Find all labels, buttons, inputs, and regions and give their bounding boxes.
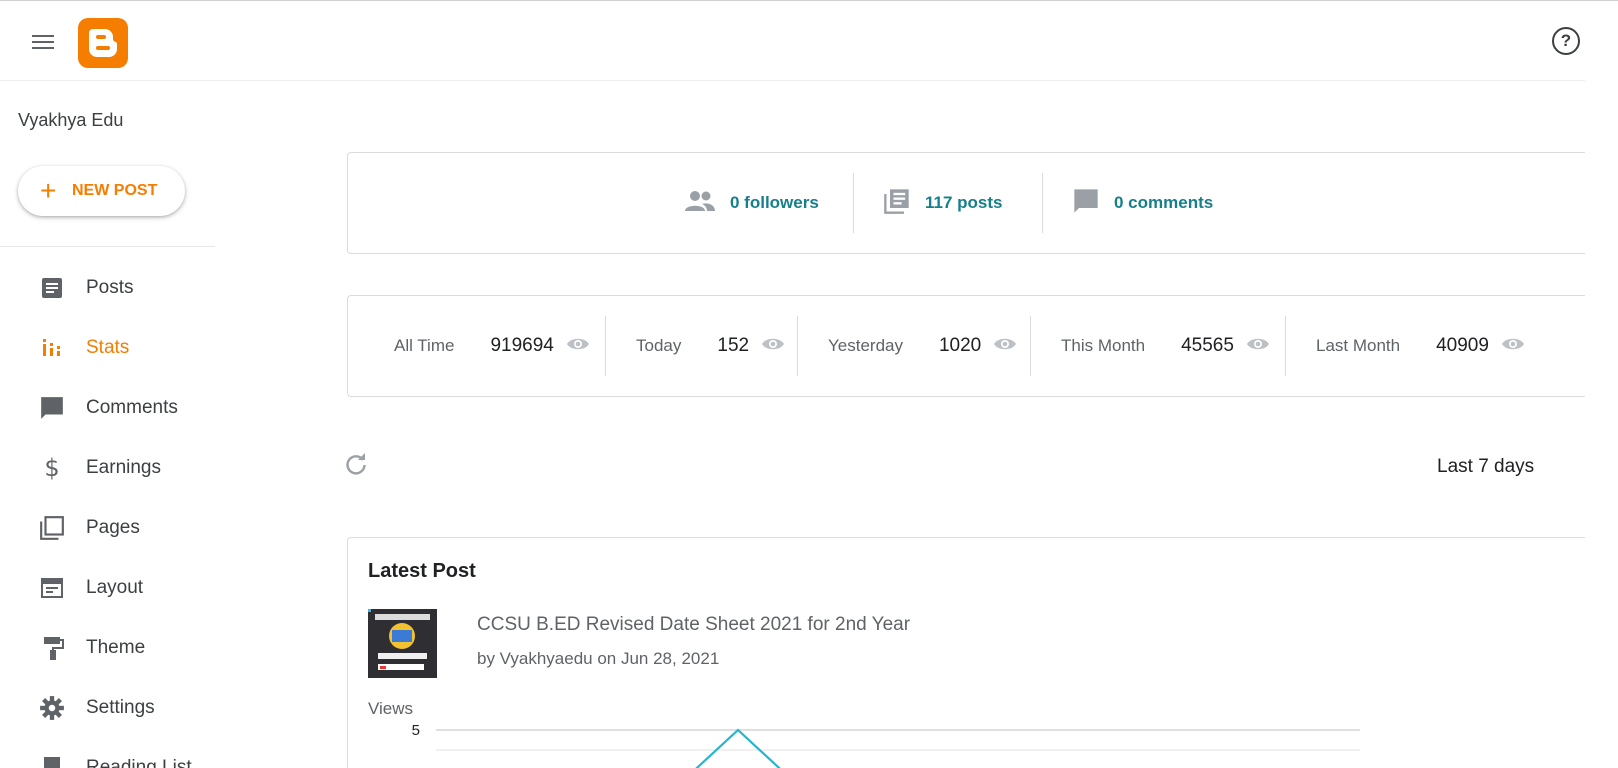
dollar-icon: $ [38,454,66,482]
stats-icon [38,334,66,362]
paint-roller-icon [38,634,66,662]
bookmark-icon [38,754,66,768]
followers-count: 0 followers [730,193,819,212]
latest-post-meta: by Vyakhyaedu on Jun 28, 2021 [477,649,720,668]
post-thumbnail[interactable] [368,609,437,678]
sidebar-item-label: Pages [86,517,140,538]
sidebar-item-label: Stats [86,337,130,358]
eye-icon [1501,336,1525,357]
sidebar-item-earnings[interactable]: $ Earnings [0,438,215,498]
new-post-label: NEW POST [72,182,158,199]
sidebar-item-label: Layout [86,577,144,598]
sidebar-item-layout[interactable]: Layout [0,558,215,618]
views-label: Last Month [1316,336,1401,355]
sidebar-item-label: Earnings [86,457,161,478]
posts-library-icon [883,187,911,220]
chart-views-label: Views [368,699,414,718]
followers-stat[interactable]: 0 followers [684,153,819,253]
eye-icon [1246,336,1270,357]
divider [605,316,606,376]
people-icon [684,189,716,218]
comment-icon [1072,187,1100,220]
layout-icon [38,574,66,602]
blog-summary-card: 0 followers 117 posts 0 comments [347,152,1585,254]
divider [853,173,854,233]
views-value: 40909 [1436,335,1489,356]
sidebar-item-label: Settings [86,697,155,718]
posts-icon [38,274,66,302]
views-value: 152 [717,335,750,356]
sidebar-item-label: Theme [86,637,146,658]
views-last-month: Last Month 40909 [1316,296,1525,396]
divider [797,316,798,376]
gear-icon [38,694,66,722]
sidebar-item-comments[interactable]: Comments [0,378,215,438]
sidebar-item-label: Comments [86,397,178,418]
divider [1042,173,1043,233]
sidebar-item-posts[interactable]: Posts [0,258,215,318]
comment-icon [38,394,66,422]
views-value: 1020 [938,335,982,356]
sidebar-item-settings[interactable]: Settings [0,678,215,738]
sidebar-nav: Posts Stats Comments $ Earnings Pages La… [0,258,215,768]
latest-post-heading: Latest Post [368,560,476,582]
views-card: All Time 919694 Today 152 Yesterday 1020… [347,295,1585,397]
comments-stat[interactable]: 0 comments [1072,153,1213,253]
views-label: This Month [1061,336,1146,355]
sidebar-item-stats[interactable]: Stats [0,318,215,378]
posts-stat[interactable]: 117 posts [883,153,1003,253]
pages-icon [38,514,66,542]
y-tick-label: 5 [412,722,420,739]
new-post-button[interactable]: + NEW POST [18,166,185,216]
eye-icon [761,336,785,357]
divider [1030,316,1031,376]
latest-post-card: Latest Post CCSU B.ED Revised Date Sheet… [347,537,1585,768]
views-label: Today [636,336,682,355]
views-yesterday: Yesterday 1020 [828,296,1017,396]
views-all-time: All Time 919694 [394,296,590,396]
sidebar-item-label: Posts [86,277,134,298]
views-series-line [695,728,781,768]
eye-icon [566,336,590,357]
views-label: Yesterday [828,336,903,355]
divider [1285,316,1286,376]
views-value: 919694 [490,335,554,356]
help-icon[interactable]: ? [1552,27,1580,55]
views-label: All Time [394,336,455,355]
sidebar-item-reading-list[interactable]: Reading List [0,738,215,768]
menu-icon[interactable] [28,27,58,57]
posts-count: 117 posts [925,193,1003,212]
sidebar-divider [0,246,215,247]
blog-name: Vyakhya Edu [18,110,124,130]
views-today: Today 152 [636,296,785,396]
eye-icon [993,336,1017,357]
latest-post-title[interactable]: CCSU B.ED Revised Date Sheet 2021 for 2n… [477,614,910,636]
date-range-select[interactable]: Last 7 days [1437,456,1534,478]
views-value: 45565 [1181,335,1234,356]
plus-icon: + [40,175,57,206]
sidebar-item-label: Reading List [86,757,192,768]
views-this-month: This Month 45565 [1061,296,1270,396]
refresh-icon[interactable] [344,452,368,481]
sidebar-item-theme[interactable]: Theme [0,618,215,678]
svg-text:$: $ [44,455,59,481]
sidebar-item-pages[interactable]: Pages [0,498,215,558]
comments-count: 0 comments [1114,193,1214,212]
blogger-logo[interactable] [78,18,128,68]
views-chart: 5 [412,722,1360,768]
app-header: ? [0,1,1585,81]
